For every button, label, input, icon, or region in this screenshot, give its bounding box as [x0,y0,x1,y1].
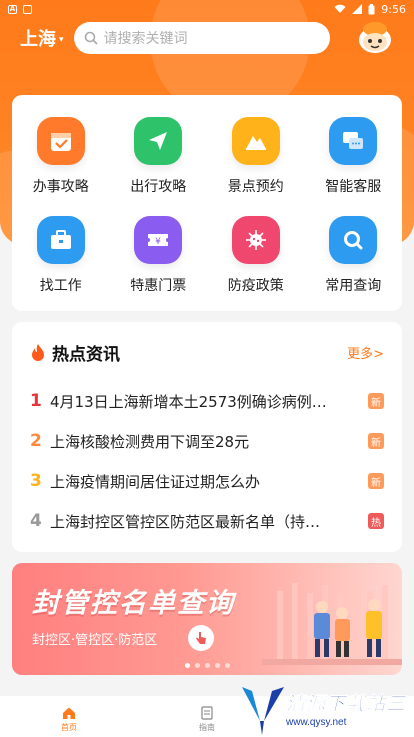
news-item[interactable]: 2 上海核酸检测费用下调至28元 新 [30,421,384,461]
news-headline: 上海核酸检测费用下调至28元 [50,432,250,451]
search-placeholder: 请搜索关键词 [103,31,188,47]
mascot-icon [359,22,391,53]
service-label: 办事攻略 [32,179,89,195]
service-label: 景点预约 [227,179,284,195]
caret-down-icon: ▾ [59,34,64,45]
mountain-icon [231,117,280,165]
news-headline: 4月13日上海新增本土2573例确诊病例… [50,392,327,411]
news-rank: 1 [30,391,42,411]
tab-label: 指南 [199,723,215,732]
chat-icon [329,117,378,165]
service-item-query[interactable]: 常用查询 [305,216,403,295]
mascot-avatar[interactable] [356,21,394,55]
service-item-tickets[interactable]: ¥ 特惠门票 [110,216,208,295]
service-item-jobs[interactable]: 找工作 [12,216,110,295]
news-headline: 上海封控区管控区防范区最新名单（持… [50,512,321,531]
news-item[interactable]: 1 4月13日上海新增本土2573例确诊病例… 新 [30,381,384,421]
service-item-support[interactable]: 智能客服 [305,117,403,196]
news-item[interactable]: 3 上海疫情期间居住证过期怎么办 新 [30,461,384,501]
watermark-logo-icon [242,687,284,735]
service-label: 找工作 [39,278,82,294]
notification-box-icon [23,4,32,14]
tab-home[interactable]: 首页 [0,706,138,733]
quarantine-list-banner[interactable]: 封管控名单查询 封控区·管控区·防范区 [12,563,402,675]
watermark-url: www.qysy.net [286,717,347,728]
service-label: 出行攻略 [130,179,187,195]
more-link[interactable]: 更多> [347,343,384,362]
signal-icon [352,4,363,14]
site-watermark: 清源下载站三 www.qysy.net [238,681,414,737]
status-time: 9:56 [381,2,406,16]
service-item-guide[interactable]: 办事攻略 [12,117,110,196]
news-rank: 3 [30,471,42,491]
carousel-dot[interactable] [194,663,200,668]
service-label: 特惠门票 [130,278,187,294]
service-item-attraction[interactable]: 景点预约 [207,117,305,196]
banner-subtitle: 封控区·管控区·防范区 [32,633,158,648]
services-card: 办事攻略 出行攻略 景点预约 智能客服 找工作 ¥ 特惠门票 防疫政策 常用查询 [12,95,402,311]
service-label: 防疫政策 [227,278,284,294]
service-item-travel[interactable]: 出行攻略 [110,117,208,196]
service-item-policy[interactable]: 防疫政策 [207,216,305,295]
news-section-title: 热点资讯 [52,345,120,365]
document-icon [201,706,213,720]
virus-icon [231,216,280,264]
news-rank: 4 [30,511,42,531]
news-headline: 上海疫情期间居住证过期怎么办 [50,472,261,491]
flame-icon [32,343,44,361]
carousel-dot[interactable] [224,663,230,668]
svg-text:¥: ¥ [155,237,161,247]
search-input[interactable]: 请搜索关键词 [73,22,330,54]
send-arrow-icon [134,117,183,165]
new-badge: 新 [368,393,384,409]
carousel-dot[interactable] [214,663,220,668]
carousel-dot[interactable] [184,663,190,668]
battery-icon [368,3,375,14]
notification-a-icon: A [8,4,17,14]
service-label: 常用查询 [325,278,382,294]
new-badge: 新 [368,433,384,449]
tap-hand-icon [188,625,214,651]
ticket-icon: ¥ [134,216,183,264]
home-icon [63,707,75,719]
briefcase-icon [36,216,85,264]
watermark-text: 清源下载站三 [286,693,407,716]
new-badge: 新 [368,473,384,489]
carousel-dot[interactable] [204,663,210,668]
news-rank: 2 [30,431,42,451]
status-bar: A 9:56 [0,0,414,18]
hot-news-card: 热点资讯 更多> 1 4月13日上海新增本土2573例确诊病例… 新 2 上海核… [12,322,402,552]
wifi-icon [334,4,346,13]
city-label: 上海 [20,29,56,50]
service-label: 智能客服 [325,179,382,195]
news-item[interactable]: 4 上海封控区管控区防范区最新名单（持… 热 [30,501,384,541]
hot-badge: 热 [368,513,384,529]
city-selector[interactable]: 上海 ▾ [20,25,64,51]
search-icon [84,31,98,45]
tab-label: 首页 [61,723,77,732]
banner-title: 封管控名单查询 [32,588,235,619]
calendar-check-icon [36,117,85,165]
top-header: 上海 ▾ 请搜索关键词 [0,18,414,58]
carousel-dots [12,663,402,668]
search-icon [329,216,378,264]
